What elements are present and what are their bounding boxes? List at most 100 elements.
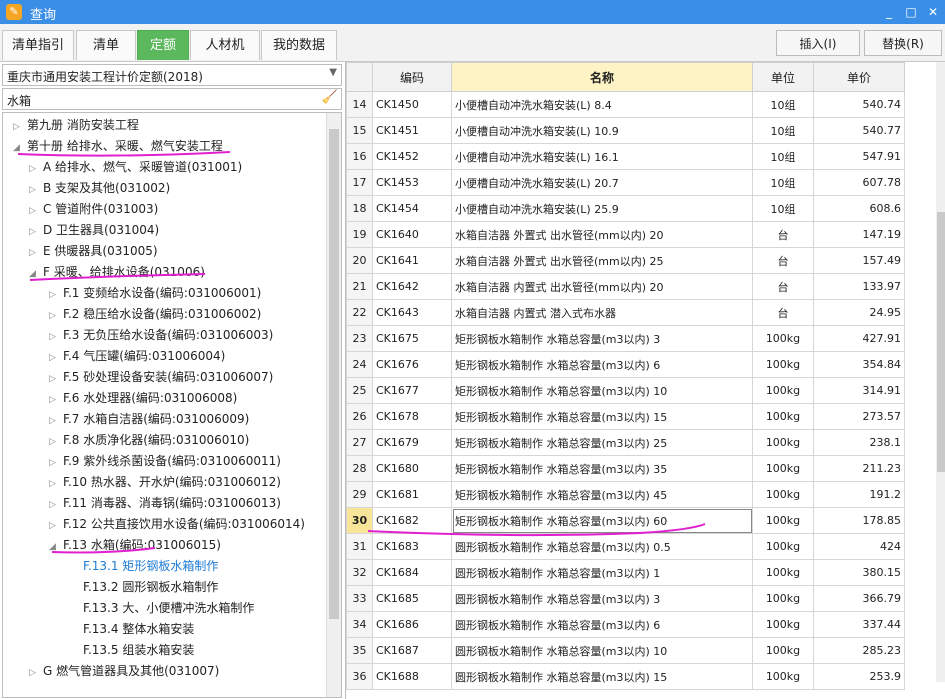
tree-node[interactable]: F.13.1 矩形钢板水箱制作 <box>69 556 218 576</box>
cell-price[interactable]: 211.23 <box>813 455 905 482</box>
cell-price[interactable]: 354.84 <box>813 351 905 378</box>
tree-node[interactable]: ◢ F.13 水箱(编码:031006015) <box>49 535 221 555</box>
collapsed-arrow-icon[interactable]: ▷ <box>49 369 63 389</box>
cell-unit[interactable]: 100kg <box>752 533 814 560</box>
tree-node[interactable]: ▷ A 给排水、燃气、采暖管道(031001) <box>29 157 242 177</box>
tree-node[interactable]: ▷ F.11 消毒器、消毒锅(编码:031006013) <box>49 493 281 513</box>
tree-node[interactable]: ▷ F.2 稳压给水设备(编码:031006002) <box>49 304 261 324</box>
minimize-button[interactable]: _ <box>880 3 898 21</box>
collapsed-arrow-icon[interactable]: ▷ <box>49 348 63 368</box>
collapsed-arrow-icon[interactable]: ▷ <box>49 306 63 326</box>
tree-node[interactable]: ◢ F 采暖、给排水设备(031006) <box>29 262 205 282</box>
grid-scrollbar-thumb[interactable] <box>937 212 945 472</box>
cell-code[interactable]: CK1642 <box>372 273 452 300</box>
name-header[interactable]: 名称 <box>451 62 753 92</box>
price-header[interactable]: 单价 <box>813 62 905 92</box>
tree-node[interactable]: F.13.5 组装水箱安装 <box>69 640 194 660</box>
tree-node[interactable]: F.13.3 大、小便槽冲洗水箱制作 <box>69 598 254 618</box>
table-row[interactable]: 27 CK1679 矩形钢板水箱制作 水箱总容量(m3以内) 25 100kg 238.… <box>346 429 905 456</box>
cell-price[interactable]: 427.91 <box>813 325 905 352</box>
cell-price[interactable]: 547.91 <box>813 143 905 170</box>
cell-unit[interactable]: 台 <box>752 273 814 300</box>
cell-code[interactable]: CK1679 <box>372 429 452 456</box>
cell-price[interactable]: 314.91 <box>813 377 905 404</box>
cell-unit[interactable]: 100kg <box>752 611 814 638</box>
collapsed-arrow-icon[interactable]: ▷ <box>49 327 63 347</box>
cell-name[interactable]: 水箱自洁器 外置式 出水管径(mm以内) 25 <box>451 247 753 274</box>
cell-name[interactable]: 水箱自洁器 内置式 出水管径(mm以内) 20 <box>451 273 753 300</box>
cell-name[interactable]: 矩形钢板水箱制作 水箱总容量(m3以内) 3 <box>451 325 753 352</box>
expanded-arrow-icon[interactable]: ◢ <box>29 264 43 284</box>
cell-name[interactable]: 圆形钢板水箱制作 水箱总容量(m3以内) 10 <box>451 637 753 664</box>
tab-bill[interactable]: 清单 <box>76 30 136 60</box>
cell-code[interactable]: CK1640 <box>372 221 452 248</box>
cell-price[interactable]: 253.9 <box>813 663 905 690</box>
cell-code[interactable]: CK1678 <box>372 403 452 430</box>
cell-price[interactable]: 366.79 <box>813 585 905 612</box>
cell-price[interactable]: 285.23 <box>813 637 905 664</box>
cell-code[interactable]: CK1450 <box>372 91 452 118</box>
search-input[interactable]: 水箱 🧹 <box>2 88 342 110</box>
cell-code[interactable]: CK1454 <box>372 195 452 222</box>
cell-name[interactable]: 矩形钢板水箱制作 水箱总容量(m3以内) 60 <box>451 507 753 534</box>
collapsed-arrow-icon[interactable]: ▷ <box>49 453 63 473</box>
cell-price[interactable]: 191.2 <box>813 481 905 508</box>
cell-unit[interactable]: 10组 <box>752 143 814 170</box>
cell-price[interactable]: 147.19 <box>813 221 905 248</box>
expanded-arrow-icon[interactable]: ◢ <box>49 537 63 557</box>
cell-code[interactable]: CK1685 <box>372 585 452 612</box>
table-row[interactable]: 19 CK1640 水箱自洁器 外置式 出水管径(mm以内) 20 台 147.19 <box>346 221 905 248</box>
table-row[interactable]: 15 CK1451 小便槽自动冲洗水箱安装(L) 10.9 10组 540.77 <box>346 117 905 144</box>
cell-code[interactable]: CK1681 <box>372 481 452 508</box>
collapsed-arrow-icon[interactable]: ▷ <box>29 663 43 683</box>
table-row[interactable]: 14 CK1450 小便槽自动冲洗水箱安装(L) 8.4 10组 540.74 <box>346 91 905 118</box>
cell-unit[interactable]: 台 <box>752 247 814 274</box>
cell-code[interactable]: CK1683 <box>372 533 452 560</box>
tree-node[interactable]: ▷ C 管道附件(031003) <box>29 199 158 219</box>
cell-name[interactable]: 矩形钢板水箱制作 水箱总容量(m3以内) 15 <box>451 403 753 430</box>
table-row[interactable]: 24 CK1676 矩形钢板水箱制作 水箱总容量(m3以内) 6 100kg 354.8… <box>346 351 905 378</box>
close-button[interactable]: ✕ <box>924 3 942 21</box>
collapsed-arrow-icon[interactable]: ▷ <box>49 495 63 515</box>
cell-code[interactable]: CK1451 <box>372 117 452 144</box>
table-row[interactable]: 36 CK1688 圆形钢板水箱制作 水箱总容量(m3以内) 15 100kg 253.… <box>346 663 905 690</box>
collapsed-arrow-icon[interactable]: ▷ <box>49 516 63 536</box>
tree-node[interactable]: ▷ F.5 砂处理设备安装(编码:031006007) <box>49 367 273 387</box>
cell-name[interactable]: 圆形钢板水箱制作 水箱总容量(m3以内) 15 <box>451 663 753 690</box>
cell-price[interactable]: 380.15 <box>813 559 905 586</box>
tree-node[interactable]: ◢ 第十册 给排水、采暖、燃气安装工程 <box>13 136 223 156</box>
cell-price[interactable]: 540.74 <box>813 91 905 118</box>
cell-unit[interactable]: 10组 <box>752 195 814 222</box>
tree-node[interactable]: ▷ D 卫生器具(031004) <box>29 220 159 240</box>
table-row[interactable]: 18 CK1454 小便槽自动冲洗水箱安装(L) 25.9 10组 608.6 <box>346 195 905 222</box>
tree-node[interactable]: ▷ F.9 紫外线杀菌设备(编码:0310060011) <box>49 451 281 471</box>
cell-name[interactable]: 矩形钢板水箱制作 水箱总容量(m3以内) 10 <box>451 377 753 404</box>
cell-name[interactable]: 水箱自洁器 外置式 出水管径(mm以内) 20 <box>451 221 753 248</box>
cell-unit[interactable]: 100kg <box>752 585 814 612</box>
tab-labor-material-machine[interactable]: 人材机 <box>190 30 260 60</box>
table-row[interactable]: 23 CK1675 矩形钢板水箱制作 水箱总容量(m3以内) 3 100kg 427.9… <box>346 325 905 352</box>
tree-node[interactable]: ▷ F.8 水质净化器(编码:031006010) <box>49 430 249 450</box>
cell-unit[interactable]: 100kg <box>752 507 814 534</box>
tree-node[interactable]: F.13.4 整体水箱安装 <box>69 619 194 639</box>
tree-node[interactable]: ▷ G 燃气管道器具及其他(031007) <box>29 661 219 681</box>
cell-name[interactable]: 水箱自洁器 内置式 潜入式布水器 <box>451 299 753 326</box>
table-row[interactable]: 20 CK1641 水箱自洁器 外置式 出水管径(mm以内) 25 台 157.49 <box>346 247 905 274</box>
table-row[interactable]: 33 CK1685 圆形钢板水箱制作 水箱总容量(m3以内) 3 100kg 366.7… <box>346 585 905 612</box>
cell-code[interactable]: CK1680 <box>372 455 452 482</box>
cell-code[interactable]: CK1684 <box>372 559 452 586</box>
cell-unit[interactable]: 100kg <box>752 403 814 430</box>
cell-code[interactable]: CK1641 <box>372 247 452 274</box>
table-row[interactable]: 32 CK1684 圆形钢板水箱制作 水箱总容量(m3以内) 1 100kg 380.1… <box>346 559 905 586</box>
code-header[interactable]: 编码 <box>372 62 452 92</box>
table-row[interactable]: 28 CK1680 矩形钢板水箱制作 水箱总容量(m3以内) 35 100kg 211.… <box>346 455 905 482</box>
cell-price[interactable]: 24.95 <box>813 299 905 326</box>
cell-unit[interactable]: 10组 <box>752 169 814 196</box>
tree-scrollbar-thumb[interactable] <box>329 129 339 619</box>
collapsed-arrow-icon[interactable]: ▷ <box>49 474 63 494</box>
tree-node[interactable]: ▷ F.12 公共直接饮用水设备(编码:031006014) <box>49 514 305 534</box>
cell-unit[interactable]: 台 <box>752 221 814 248</box>
collapsed-arrow-icon[interactable]: ▷ <box>29 201 43 221</box>
chevron-down-icon[interactable]: ▼ <box>329 67 337 78</box>
clear-broom-icon[interactable]: 🧹 <box>322 90 338 105</box>
